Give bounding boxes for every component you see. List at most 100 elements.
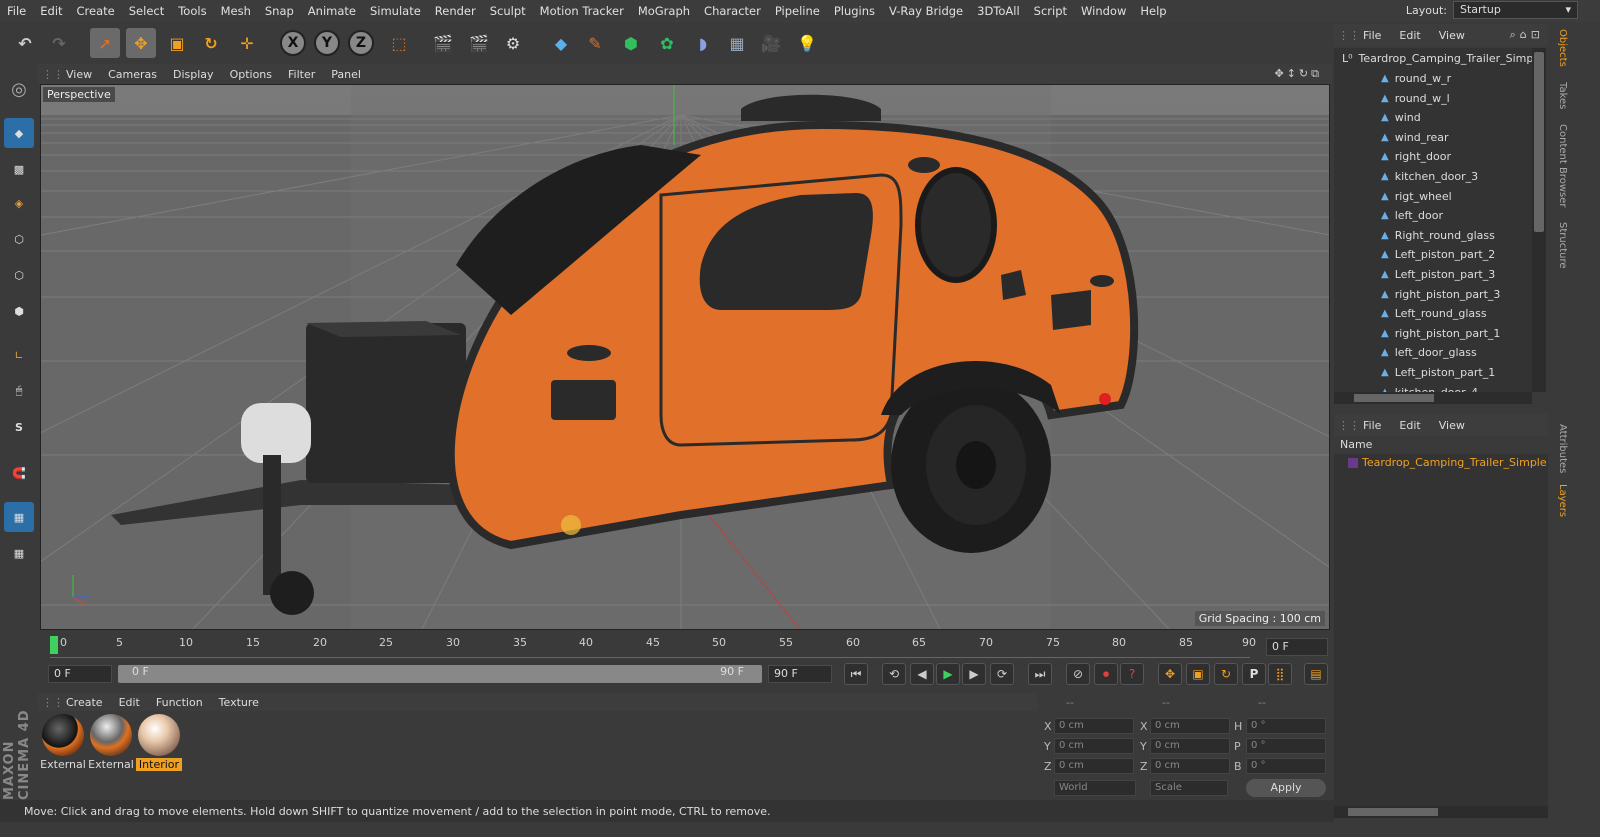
frame-range-slider[interactable]: 0 F 90 F <box>118 665 762 683</box>
render-view-icon[interactable]: 🎬 <box>428 28 458 58</box>
timeline-window-icon[interactable]: ▤ <box>1304 663 1328 685</box>
tree-item[interactable]: ▲ rigt_wheel <box>1381 190 1452 203</box>
menu-window[interactable]: Window <box>1074 0 1133 22</box>
menu-snap[interactable]: Snap <box>258 0 301 22</box>
workplane-icon[interactable]: ◈ <box>4 188 34 218</box>
tweak-mode-icon[interactable]: 🖱 <box>4 376 34 406</box>
play-icon[interactable]: ▶ <box>936 663 960 685</box>
material-menu-create[interactable]: Create <box>58 696 111 709</box>
redo-icon[interactable]: ↷ <box>44 28 74 58</box>
tree-item[interactable]: ▲ Left_piston_part_2 <box>1381 248 1495 261</box>
prev-frame-icon[interactable]: ◀ <box>910 663 934 685</box>
menu-mograph[interactable]: MoGraph <box>631 0 697 22</box>
viewport-label[interactable]: Perspective <box>43 87 115 102</box>
camera-icon[interactable]: 🎥 <box>756 28 786 58</box>
layout-dropdown[interactable]: Startup ▾ <box>1453 1 1578 19</box>
objects-menu-view[interactable]: View <box>1430 29 1474 42</box>
objects-menu-edit[interactable]: Edit <box>1390 29 1429 42</box>
position-z-field[interactable]: 0 cm <box>1054 758 1134 774</box>
tree-item[interactable]: ▲ round_w_l <box>1381 92 1450 105</box>
render-settings-icon[interactable]: ⚙ <box>498 28 528 58</box>
layers-hscrollbar[interactable] <box>1334 806 1548 818</box>
prev-key-icon[interactable]: ⟲ <box>882 663 906 685</box>
menu-mesh[interactable]: Mesh <box>214 0 258 22</box>
tree-item[interactable]: ▲ Right_round_glass <box>1381 229 1495 242</box>
viewport-menu-view[interactable]: View <box>58 68 100 81</box>
menu-motion-tracker[interactable]: Motion Tracker <box>533 0 631 22</box>
floor-icon[interactable]: ▦ <box>722 28 752 58</box>
tree-root[interactable]: L⁰ Teardrop_Camping_Trailer_Simp <box>1342 52 1532 65</box>
menu-file[interactable]: File <box>0 0 33 22</box>
magnet-icon[interactable]: 🧲 <box>4 458 34 488</box>
menu-sculpt[interactable]: Sculpt <box>483 0 533 22</box>
timeline-ruler[interactable]: 0 5 10 15 20 25 30 35 40 45 50 55 60 65 … <box>38 632 1332 662</box>
next-frame-icon[interactable]: ▶ <box>962 663 986 685</box>
material-menu-edit[interactable]: Edit <box>111 696 148 709</box>
tree-item[interactable]: ▲ round_w_r <box>1381 72 1451 85</box>
tree-item[interactable]: ▲ left_door <box>1381 209 1443 222</box>
start-frame-field[interactable]: 0 F <box>48 665 112 683</box>
rotation-b-field[interactable]: 0 ° <box>1246 758 1326 774</box>
menu-plugins[interactable]: Plugins <box>827 0 882 22</box>
key-parameter-icon[interactable]: P <box>1242 663 1266 685</box>
object-tree-scrollbar[interactable] <box>1532 48 1546 392</box>
select-tool-icon[interactable]: ➚ <box>90 28 120 58</box>
material-swatch[interactable]: External <box>40 714 86 771</box>
menu-simulate[interactable]: Simulate <box>363 0 428 22</box>
size-x-field[interactable]: 0 cm <box>1150 718 1230 734</box>
perspective-viewport[interactable]: Perspective Grid Spacing : 100 cm <box>40 84 1330 630</box>
tree-item[interactable]: ▲ wind_rear <box>1381 131 1449 144</box>
material-swatch-selected[interactable]: Interior <box>136 714 182 771</box>
key-scale-icon[interactable]: ▣ <box>1186 663 1210 685</box>
snap-icon[interactable]: S <box>4 412 34 442</box>
viewport-menu-filter[interactable]: Filter <box>280 68 323 81</box>
viewport-menu-options[interactable]: Options <box>222 68 280 81</box>
points-mode-icon[interactable]: ⬡ <box>4 224 34 254</box>
model-mode-icon[interactable]: ◆ <box>4 118 34 148</box>
end-frame-field[interactable]: 90 F <box>768 665 832 683</box>
position-x-field[interactable]: 0 cm <box>1054 718 1134 734</box>
axis-mode-icon[interactable]: ∟ <box>4 340 34 370</box>
menu-help[interactable]: Help <box>1133 0 1173 22</box>
tree-item[interactable]: ▲ Left_round_glass <box>1381 307 1487 320</box>
tab-takes[interactable]: Takes <box>1550 78 1568 114</box>
edges-mode-icon[interactable]: ⬡ <box>4 260 34 290</box>
axis-z-button[interactable]: Z <box>346 28 376 58</box>
tab-layers[interactable]: Layers <box>1550 482 1568 520</box>
scale-dropdown[interactable]: Scale <box>1150 780 1228 796</box>
tree-item[interactable]: ▲ kitchen_door_3 <box>1381 170 1478 183</box>
menu-3dtoall[interactable]: 3DToAll <box>970 0 1027 22</box>
tree-item[interactable]: ▲ right_door <box>1381 150 1451 163</box>
menu-create[interactable]: Create <box>70 0 122 22</box>
key-position-icon[interactable]: ✥ <box>1158 663 1182 685</box>
tab-attributes[interactable]: Attributes <box>1550 420 1568 478</box>
subdivision-icon[interactable]: ⬢ <box>616 28 646 58</box>
tab-content-browser[interactable]: Content Browser <box>1550 122 1568 210</box>
texture-mode-icon[interactable]: ▩ <box>4 154 34 184</box>
size-z-field[interactable]: 0 cm <box>1150 758 1230 774</box>
rotation-h-field[interactable]: 0 ° <box>1246 718 1326 734</box>
world-dropdown[interactable]: World <box>1054 780 1136 796</box>
tab-objects[interactable]: Objects <box>1550 26 1568 70</box>
viewport-menu-cameras[interactable]: Cameras <box>100 68 165 81</box>
menu-character[interactable]: Character <box>697 0 768 22</box>
material-menu-texture[interactable]: Texture <box>211 696 267 709</box>
record-off-icon[interactable]: ⊘ <box>1066 663 1090 685</box>
menu-tools[interactable]: Tools <box>171 0 213 22</box>
material-swatch[interactable]: External <box>88 714 134 771</box>
playhead[interactable] <box>50 636 58 654</box>
menu-script[interactable]: Script <box>1027 0 1074 22</box>
cube-object-icon[interactable]: ◆ <box>546 28 576 58</box>
planar-workplane-icon[interactable]: ▦ <box>4 538 34 568</box>
tree-item[interactable]: ▲ right_piston_part_3 <box>1381 288 1500 301</box>
undo-icon[interactable]: ↶ <box>10 28 40 58</box>
tree-item[interactable]: ▲ left_door_glass <box>1381 346 1477 359</box>
object-tree-hscrollbar[interactable] <box>1334 392 1532 404</box>
layer-row[interactable]: Teardrop_Camping_Trailer_Simple <box>1348 456 1547 469</box>
next-key-icon[interactable]: ⟳ <box>990 663 1014 685</box>
viewport-menu-panel[interactable]: Panel <box>323 68 369 81</box>
tree-item[interactable]: ▲ Left_piston_part_1 <box>1381 366 1495 379</box>
layers-menu-file[interactable]: File <box>1354 419 1390 432</box>
autokey-icon[interactable]: ? <box>1120 663 1144 685</box>
tree-item[interactable]: ▲ right_piston_part_1 <box>1381 327 1500 340</box>
